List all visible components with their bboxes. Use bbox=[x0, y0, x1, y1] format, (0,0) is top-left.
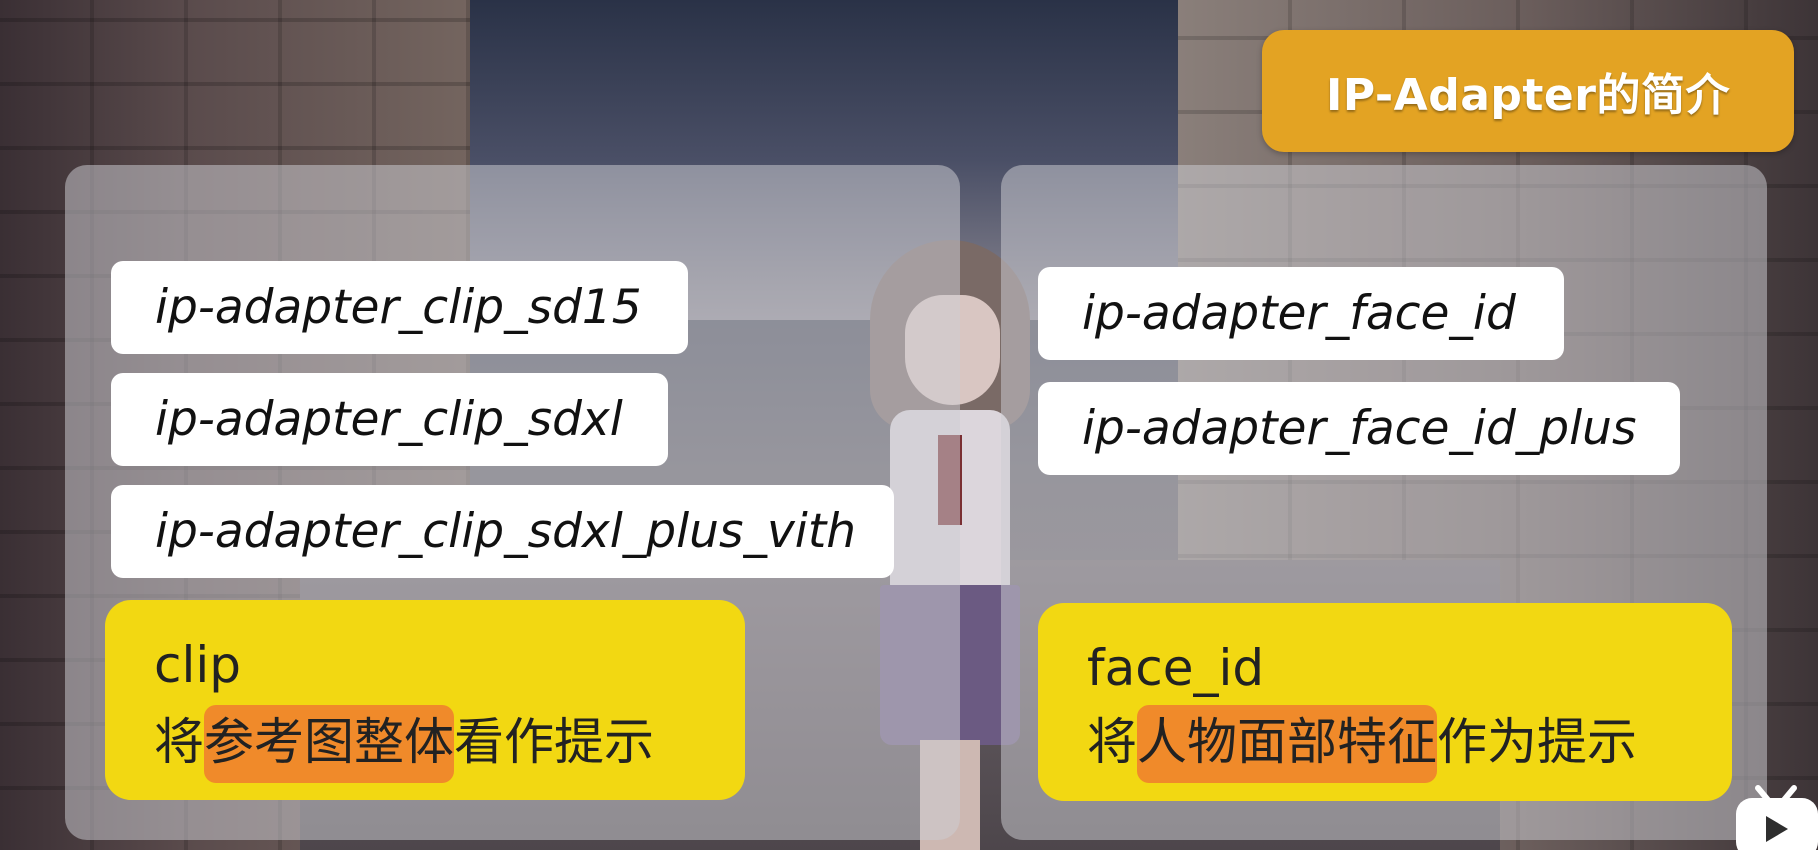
model-chip-label: ip-adapter_face_id bbox=[1082, 286, 1516, 341]
model-chip: ip-adapter_clip_sdxl bbox=[111, 373, 668, 466]
summary-name: clip bbox=[154, 636, 242, 694]
title-badge: IP-Adapter的简介 bbox=[1262, 30, 1794, 152]
model-chip: ip-adapter_face_id_plus bbox=[1038, 382, 1680, 475]
summary-description: 将参考图整体看作提示 bbox=[154, 705, 654, 783]
summary-highlight: 参考图整体 bbox=[204, 705, 454, 783]
model-chip: ip-adapter_face_id bbox=[1038, 267, 1564, 360]
summary-highlight: 人物面部特征 bbox=[1137, 705, 1437, 783]
summary-desc-suffix: 作为提示 bbox=[1437, 713, 1637, 771]
model-chip: ip-adapter_clip_sdxl_plus_vith bbox=[111, 485, 894, 578]
summary-desc-suffix: 看作提示 bbox=[454, 713, 654, 771]
model-chip-label: ip-adapter_clip_sdxl_plus_vith bbox=[155, 504, 857, 559]
model-chip-label: ip-adapter_face_id_plus bbox=[1082, 401, 1637, 456]
model-chip: ip-adapter_clip_sd15 bbox=[111, 261, 688, 354]
page-title: IP-Adapter的简介 bbox=[1326, 70, 1730, 121]
face-id-summary-box: face_id 将人物面部特征作为提示 bbox=[1038, 603, 1732, 801]
summary-desc-prefix: 将 bbox=[154, 713, 204, 771]
summary-name: face_id bbox=[1087, 639, 1265, 697]
model-chip-label: ip-adapter_clip_sd15 bbox=[155, 280, 642, 335]
model-chip-label: ip-adapter_clip_sdxl bbox=[155, 392, 623, 447]
slide-frame: IP-Adapter的简介 ip-adapter_clip_sd15 ip-ad… bbox=[0, 0, 1818, 850]
clip-summary-box: clip 将参考图整体看作提示 bbox=[105, 600, 745, 800]
summary-description: 将人物面部特征作为提示 bbox=[1087, 705, 1637, 783]
summary-desc-prefix: 将 bbox=[1087, 713, 1137, 771]
tv-logo-icon bbox=[1728, 782, 1818, 850]
